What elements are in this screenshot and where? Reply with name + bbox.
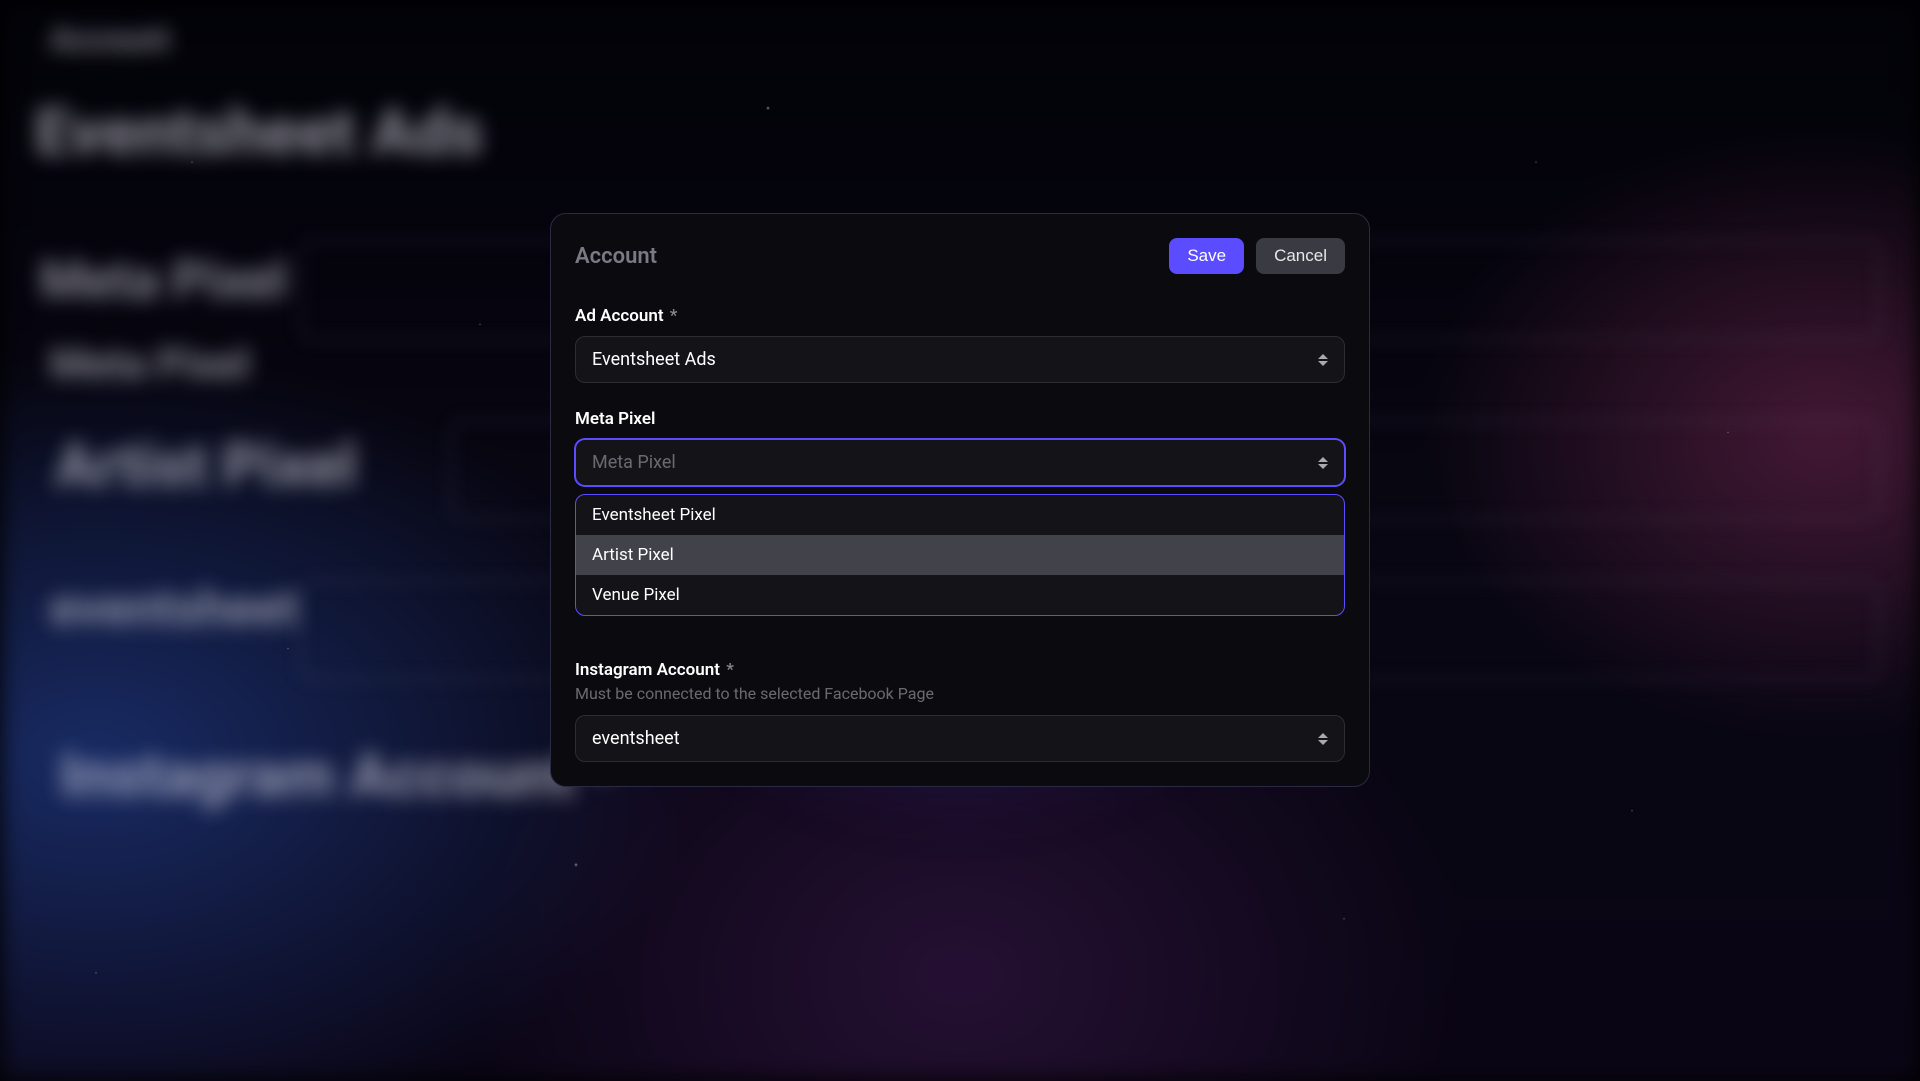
ad-account-select[interactable]: Eventsheet Ads xyxy=(575,336,1345,383)
label-text: Ad Account xyxy=(575,306,664,326)
chevron-updown-icon xyxy=(1318,733,1328,745)
instagram-group: Instagram Account * Must be connected to… xyxy=(575,660,1345,762)
bg-blurred-text: Artist Pixel xyxy=(55,430,356,501)
account-modal: Account Save Cancel Ad Account * Eventsh… xyxy=(550,213,1370,787)
bg-blurred-text: Instagram Account * xyxy=(60,740,617,811)
instagram-select[interactable]: eventsheet xyxy=(575,715,1345,762)
save-button[interactable]: Save xyxy=(1169,238,1244,274)
ad-account-label: Ad Account * xyxy=(575,306,1345,326)
meta-pixel-select[interactable]: Meta Pixel xyxy=(575,439,1345,486)
modal-title: Account xyxy=(575,244,657,269)
label-text: Instagram Account xyxy=(575,660,720,680)
dropdown-option-venue-pixel[interactable]: Venue Pixel xyxy=(576,575,1344,615)
bg-blurred-text: Meta Pixel xyxy=(50,340,250,389)
modal-actions: Save Cancel xyxy=(1169,238,1345,274)
dropdown-option-artist-pixel[interactable]: Artist Pixel xyxy=(576,535,1344,575)
modal-header: Account Save Cancel xyxy=(575,238,1345,274)
meta-pixel-dropdown: Eventsheet Pixel Artist Pixel Venue Pixe… xyxy=(575,494,1345,616)
chevron-updown-icon xyxy=(1318,457,1328,469)
bg-blurred-text: Eventsheet Ads xyxy=(35,95,483,170)
required-indicator: * xyxy=(670,306,678,326)
bg-blurred-text: eventsheet xyxy=(50,580,298,638)
bg-blurred-text: Meta Pixel xyxy=(40,250,287,311)
instagram-label: Instagram Account * xyxy=(575,660,1345,680)
cancel-button[interactable]: Cancel xyxy=(1256,238,1345,274)
bg-blurred-text: Account xyxy=(50,20,170,58)
label-text: Meta Pixel xyxy=(575,409,655,429)
select-value: Eventsheet Ads xyxy=(592,349,716,370)
select-value: eventsheet xyxy=(592,728,680,749)
dropdown-option-eventsheet-pixel[interactable]: Eventsheet Pixel xyxy=(576,495,1344,535)
chevron-updown-icon xyxy=(1318,354,1328,366)
meta-pixel-group: Meta Pixel Meta Pixel Eventsheet Pixel A… xyxy=(575,409,1345,634)
instagram-hint: Must be connected to the selected Facebo… xyxy=(575,684,1345,703)
ad-account-group: Ad Account * Eventsheet Ads xyxy=(575,306,1345,383)
required-indicator: * xyxy=(726,660,734,680)
select-placeholder: Meta Pixel xyxy=(592,452,676,473)
meta-pixel-label: Meta Pixel xyxy=(575,409,1345,429)
